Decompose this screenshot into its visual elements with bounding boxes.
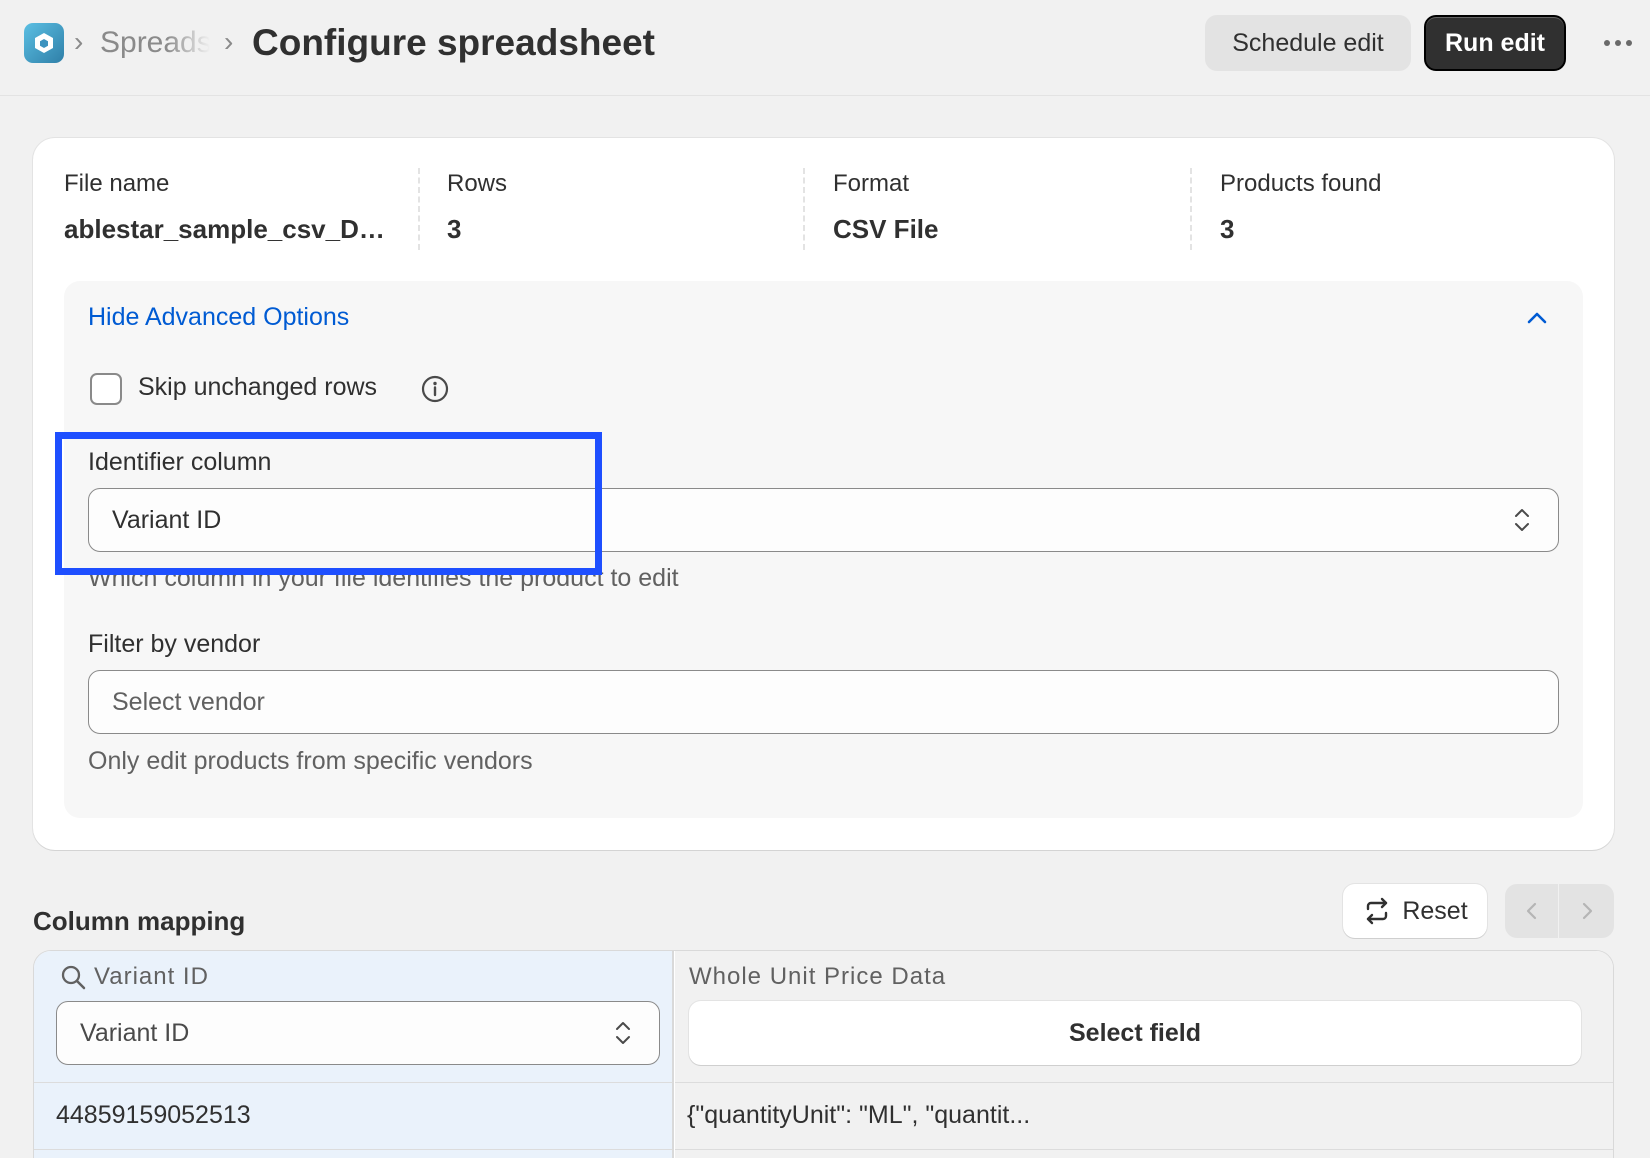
page-title: Configure spreadsheet xyxy=(252,22,655,63)
chevron-right-icon xyxy=(1582,902,1593,920)
more-dot xyxy=(1604,40,1610,46)
stat-rows: Rows 3 xyxy=(447,170,797,245)
stat-file-name: File name ablestar_sample_csv_DA... xyxy=(64,170,414,245)
column-mapping-title: Column mapping xyxy=(33,906,246,936)
table-cell: 44859159052513 xyxy=(56,1101,251,1129)
vendor-select[interactable]: Select vendor xyxy=(88,670,1559,734)
identifier-highlight-box xyxy=(55,432,602,575)
filter-vendor-label: Filter by vendor xyxy=(88,630,261,658)
skip-unchanged-label[interactable]: Skip unchanged rows xyxy=(138,373,377,402)
mapping-column-variant-id: Variant ID Variant ID 44859159052513 xyxy=(34,951,674,1158)
select-field-button[interactable]: Select field xyxy=(689,1001,1581,1065)
breadcrumb-chevron-icon: › xyxy=(74,26,84,57)
vendor-help: Only edit products from specific vendors xyxy=(88,747,533,775)
row-divider xyxy=(34,1082,672,1083)
divider xyxy=(803,168,805,250)
search-icon xyxy=(61,965,86,990)
breadcrumb-parent-link[interactable]: Spreads xyxy=(100,26,210,60)
stat-label: Products found xyxy=(1220,170,1382,197)
breadcrumb-chevron-icon: › xyxy=(224,26,234,57)
select-chevrons-icon xyxy=(616,1022,630,1044)
divider xyxy=(418,168,420,250)
column-header: Whole Unit Price Data xyxy=(689,963,946,991)
stat-value: ablestar_sample_csv_DA... xyxy=(64,214,394,244)
field-mapping-select[interactable]: Variant ID xyxy=(56,1001,660,1065)
chevron-up-icon[interactable] xyxy=(1524,305,1550,331)
top-bar: › Spreads › Configure spreadsheet Schedu… xyxy=(0,0,1650,96)
stat-value: 3 xyxy=(447,214,462,244)
row-divider xyxy=(675,1082,1613,1083)
row-divider xyxy=(675,1149,1613,1150)
app-icon[interactable] xyxy=(24,23,64,63)
next-columns-button[interactable] xyxy=(1560,884,1614,938)
field-mapping-value: Variant ID xyxy=(80,1019,190,1047)
divider xyxy=(1190,168,1192,250)
skip-unchanged-checkbox[interactable] xyxy=(90,373,122,405)
mapping-column-unit-price: Whole Unit Price Data Select field {"qua… xyxy=(675,951,1613,1158)
stat-value: CSV File xyxy=(833,214,939,244)
column-pager xyxy=(1505,884,1614,938)
hide-advanced-options-link[interactable]: Hide Advanced Options xyxy=(88,303,349,332)
more-dot xyxy=(1615,40,1621,46)
refresh-arrows-icon xyxy=(1367,897,1388,925)
stat-value: 3 xyxy=(1220,214,1235,244)
table-cell: {"quantityUnit": "ML", "quantit... xyxy=(687,1101,1031,1129)
stat-label: Format xyxy=(833,170,910,197)
column-header-label: Variant ID xyxy=(94,963,209,990)
schedule-edit-button[interactable]: Schedule edit xyxy=(1205,15,1411,71)
run-edit-button[interactable]: Run edit xyxy=(1424,15,1566,71)
column-mapping-table: Variant ID Variant ID 44859159052513 Who… xyxy=(33,950,1614,1158)
chevron-left-icon xyxy=(1526,902,1536,920)
stat-label: File name xyxy=(64,170,170,197)
more-actions-button[interactable] xyxy=(1598,28,1638,58)
select-chevrons-icon xyxy=(1515,509,1529,531)
vendor-select-placeholder: Select vendor xyxy=(112,688,265,716)
row-divider xyxy=(34,1149,672,1150)
reset-button[interactable]: Reset xyxy=(1343,884,1487,938)
stat-products-found: Products found 3 xyxy=(1220,170,1570,245)
column-header-label: Whole Unit Price Data xyxy=(689,963,947,990)
more-dot xyxy=(1626,40,1632,46)
previous-columns-button[interactable] xyxy=(1505,884,1559,938)
stat-label: Rows xyxy=(447,170,508,197)
column-header: Variant ID xyxy=(60,963,209,991)
hexagon-icon xyxy=(35,33,53,53)
info-icon[interactable] xyxy=(420,374,450,404)
reset-label: Reset xyxy=(1402,896,1468,925)
stat-format: Format CSV File xyxy=(833,170,1183,245)
